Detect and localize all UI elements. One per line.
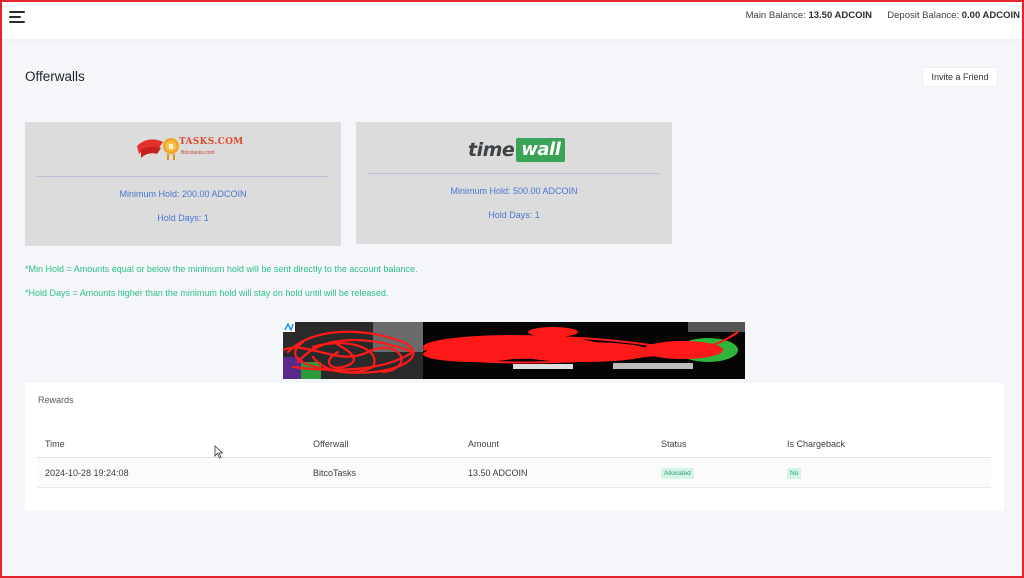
rewards-panel: Rewards Time Offerwall Amount Status Is …: [25, 383, 1004, 511]
cell-chargeback: No: [779, 457, 991, 488]
main-balance-value: 13.50 ADCOIN: [808, 10, 872, 21]
balances: Main Balance: 13.50 ADCOIN Deposit Balan…: [746, 10, 1020, 21]
column-header-offerwall: Offerwall: [305, 431, 460, 458]
chargeback-badge: No: [787, 467, 802, 479]
deposit-balance-label: Deposit Balance:: [887, 10, 960, 21]
hold-days: Hold Days: 1: [488, 210, 540, 220]
offerwall-card-timewall[interactable]: time wall Minimum Hold: 500.00 ADCOIN Ho…: [356, 122, 672, 244]
top-bar: Main Balance: 13.50 ADCOIN Deposit Balan…: [2, 2, 1022, 39]
bitcotasks-logo-subtext: Bitcotasks.com: [181, 150, 215, 156]
main-balance-label: Main Balance:: [745, 10, 806, 21]
card-divider: [37, 176, 329, 177]
banner-image: [283, 322, 745, 379]
rewards-title: Rewards: [38, 395, 74, 405]
page-title: Offerwalls: [25, 69, 85, 84]
minimum-hold: Minimum Hold: 200.00 ADCOIN: [119, 189, 247, 199]
cell-time: 2024-10-28 19:24:08: [37, 457, 305, 488]
column-header-time: Time: [37, 431, 305, 458]
cell-status: Allocated: [653, 457, 779, 488]
column-header-status: Status: [653, 431, 779, 458]
cell-offerwall: BitcoTasks: [305, 457, 460, 488]
table-header-row: Time Offerwall Amount Status Is Chargeba…: [37, 431, 991, 458]
column-header-chargeback: Is Chargeback: [779, 431, 991, 458]
svg-text:B: B: [169, 143, 174, 151]
hamburger-icon[interactable]: [9, 10, 25, 24]
bitcotasks-logo: B TASKS.COM Bitcotasks.com: [135, 132, 243, 164]
cell-amount: 13.50 ADCOIN: [460, 457, 653, 488]
timewall-logo: time wall: [468, 138, 566, 162]
column-header-amount: Amount: [460, 431, 653, 458]
timewall-logo-wall: wall: [516, 138, 566, 162]
table-row: 2024-10-28 19:24:08 BitcoTasks 13.50 ADC…: [37, 457, 991, 488]
bitcotasks-logo-text: TASKS.COM: [179, 137, 244, 147]
advertisement-banner[interactable]: [283, 322, 745, 379]
hold-days: Hold Days: 1: [157, 213, 209, 223]
deposit-balance-value: 0.00 ADCOIN: [961, 10, 1020, 21]
timewall-logo-time: time: [468, 139, 515, 161]
min-hold-note: *Min Hold = Amounts equal or below the m…: [25, 264, 418, 274]
minimum-hold: Minimum Hold: 500.00 ADCOIN: [450, 186, 578, 196]
hold-days-note: *Hold Days = Amounts higher than the min…: [25, 288, 389, 298]
card-divider: [368, 173, 660, 174]
offerwall-card-bitcotasks[interactable]: B TASKS.COM Bitcotasks.com Minimum Hold:…: [25, 122, 341, 246]
invite-friend-button[interactable]: Invite a Friend: [922, 67, 998, 87]
status-badge: Allocated: [661, 467, 694, 479]
rewards-table: Time Offerwall Amount Status Is Chargeba…: [37, 431, 991, 488]
